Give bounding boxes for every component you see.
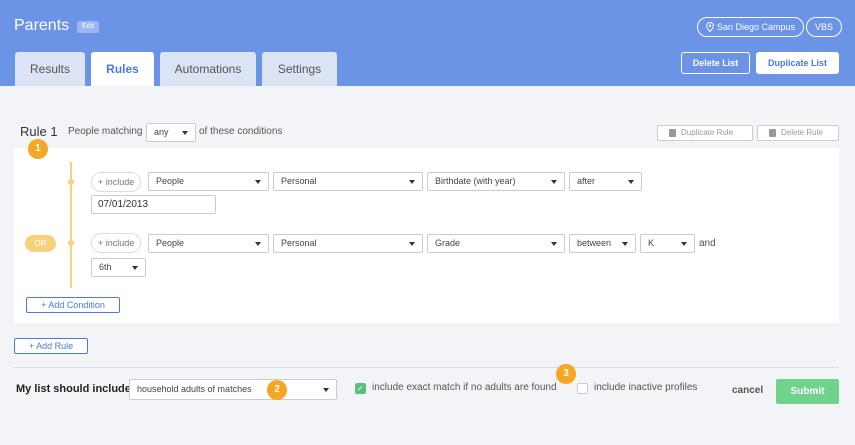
location-pin-icon <box>706 22 714 32</box>
field-select-value: Grade <box>435 238 461 248</box>
entity-select-value: People <box>156 176 185 186</box>
date-input[interactable]: 07/01/2013 <box>91 195 216 214</box>
tab-automations[interactable]: Automations <box>160 52 256 86</box>
exact-match-label: include exact match if no adults are fou… <box>372 382 557 393</box>
list-include-select[interactable]: household adults of matches <box>129 379 337 400</box>
list-include-label: My list should include: <box>16 383 135 395</box>
add-condition-button[interactable]: + Add Condition <box>26 297 120 313</box>
operator-select[interactable]: between <box>569 234 636 253</box>
chevron-down-icon <box>323 388 329 392</box>
category-select[interactable]: Personal <box>273 172 423 191</box>
exact-match-checkbox[interactable]: ✓ <box>355 383 366 394</box>
match-select-value: any <box>154 127 169 137</box>
operator-select-value: between <box>577 238 612 248</box>
people-matching-label: People matching <box>68 126 143 137</box>
chevron-down-icon <box>622 242 628 246</box>
chevron-down-icon <box>132 266 138 270</box>
tour-marker[interactable]: 2 <box>267 380 287 400</box>
chevron-down-icon <box>681 242 687 246</box>
or-badge: OR <box>25 235 56 252</box>
campus-label: San Diego Campus <box>717 22 796 32</box>
delete-rule-button[interactable]: Delete Rule <box>757 125 839 141</box>
category-select[interactable]: Personal <box>273 234 423 253</box>
include-toggle-button[interactable]: + include <box>91 233 142 253</box>
campus-button[interactable]: San Diego Campus <box>697 17 805 37</box>
category-select-value: Personal <box>281 176 317 186</box>
field-select-value: Birthdate (with year) <box>435 176 516 186</box>
vbs-button[interactable]: VBS <box>806 17 843 37</box>
range-to-value: 6th <box>99 262 112 272</box>
chevron-down-icon <box>255 180 261 184</box>
tab-rules[interactable]: Rules <box>91 52 154 86</box>
range-to-select[interactable]: 6th <box>91 258 146 277</box>
tab-settings[interactable]: Settings <box>262 52 337 86</box>
duplicate-icon <box>669 129 676 137</box>
plus-icon: + <box>41 300 47 310</box>
delete-rule-label: Delete Rule <box>781 128 823 137</box>
condition-dot <box>68 179 74 185</box>
plus-icon: + <box>28 341 35 351</box>
chevron-down-icon <box>182 131 188 135</box>
operator-select[interactable]: after <box>569 172 642 191</box>
range-from-value: K <box>648 238 655 248</box>
chevron-down-icon <box>628 180 634 184</box>
match-select[interactable]: any <box>146 123 196 142</box>
condition-dot <box>68 240 74 246</box>
list-include-value: household adults of matches <box>137 384 252 394</box>
add-condition-label: Add Condition <box>48 300 105 310</box>
conditions-suffix-label: of these conditions <box>199 126 283 137</box>
chevron-down-icon <box>409 180 415 184</box>
chevron-down-icon <box>551 180 557 184</box>
duplicate-list-button[interactable]: Duplicate List <box>756 52 839 74</box>
edit-button[interactable]: Edit <box>77 21 100 33</box>
rule-title: Rule 1 <box>20 124 58 139</box>
add-rule-label: Add Rule <box>36 341 74 351</box>
category-select-value: Personal <box>281 238 317 248</box>
and-label: and <box>699 238 716 249</box>
operator-select-value: after <box>577 176 596 186</box>
entity-select-value: People <box>156 238 185 248</box>
footer-divider <box>14 367 839 368</box>
add-rule-button[interactable]: + Add Rule <box>14 338 88 354</box>
field-select[interactable]: Birthdate (with year) <box>427 172 565 191</box>
tour-marker[interactable]: 1 <box>28 139 48 159</box>
page-title: Parents <box>14 17 70 34</box>
inactive-profiles-checkbox[interactable] <box>577 383 588 394</box>
trash-icon <box>769 129 776 137</box>
range-from-select[interactable]: K <box>640 234 695 253</box>
delete-list-button[interactable]: Delete List <box>681 52 750 74</box>
entity-select[interactable]: People <box>148 234 269 253</box>
chevron-down-icon <box>551 242 557 246</box>
include-toggle-button[interactable]: + include <box>91 172 142 192</box>
tab-results[interactable]: Results <box>15 52 85 86</box>
entity-select[interactable]: People <box>148 172 269 191</box>
tour-marker[interactable]: 3 <box>556 364 576 384</box>
chevron-down-icon <box>255 242 261 246</box>
duplicate-rule-label: Duplicate Rule <box>681 128 734 137</box>
field-select[interactable]: Grade <box>427 234 565 253</box>
submit-button[interactable]: Submit <box>776 379 839 404</box>
duplicate-rule-button[interactable]: Duplicate Rule <box>657 125 753 141</box>
cancel-button[interactable]: cancel <box>732 385 763 396</box>
chevron-down-icon <box>409 242 415 246</box>
inactive-profiles-label: include inactive profiles <box>594 382 698 393</box>
